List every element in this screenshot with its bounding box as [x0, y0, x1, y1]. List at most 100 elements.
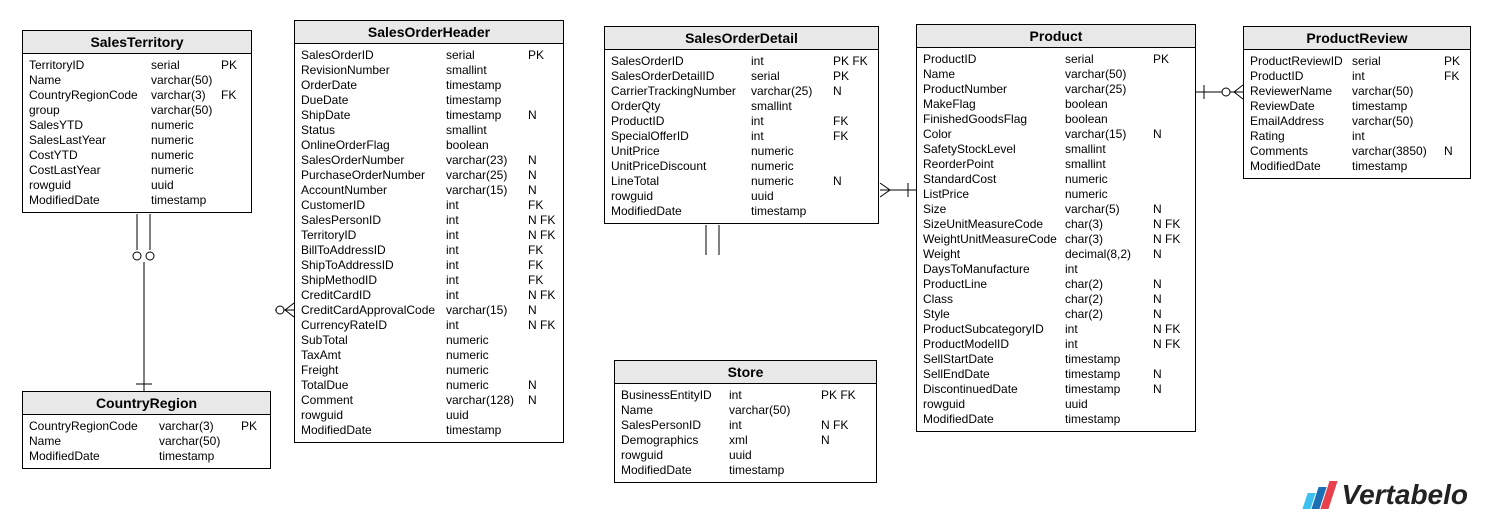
column-name: SalesLastYear	[29, 133, 151, 148]
column-type: int	[1352, 69, 1444, 84]
column-flags: PK FK	[821, 388, 865, 403]
column-name: rowguid	[923, 397, 1065, 412]
column-type: varchar(25)	[1065, 82, 1153, 97]
column-type: timestamp	[1065, 367, 1153, 382]
column-row: ModifiedDatetimestamp	[301, 423, 557, 438]
column-flags	[833, 159, 871, 174]
column-row: ProductLinechar(2)N	[923, 277, 1189, 292]
column-row: ListPricenumeric	[923, 187, 1189, 202]
column-name: TerritoryID	[301, 228, 446, 243]
column-flags	[1153, 172, 1187, 187]
column-type: serial	[1352, 54, 1444, 69]
column-row: CurrencyRateIDintN FK	[301, 318, 557, 333]
column-flags: FK	[528, 258, 562, 273]
column-row: SpecialOfferIDintFK	[611, 129, 872, 144]
column-name: ListPrice	[923, 187, 1065, 202]
column-name: ProductReviewID	[1250, 54, 1352, 69]
column-name: TerritoryID	[29, 58, 151, 73]
column-row: ModifiedDatetimestamp	[29, 449, 264, 464]
column-row: StandardCostnumeric	[923, 172, 1189, 187]
column-flags: N FK	[1153, 232, 1187, 247]
column-flags: N FK	[528, 228, 562, 243]
column-flags: N	[1444, 144, 1468, 159]
column-type: timestamp	[151, 193, 221, 208]
column-name: ModifiedDate	[611, 204, 751, 219]
column-row: rowguiduuid	[301, 408, 557, 423]
column-name: FinishedGoodsFlag	[923, 112, 1065, 127]
column-flags	[528, 408, 562, 423]
column-name: rowguid	[621, 448, 729, 463]
column-name: EmailAddress	[1250, 114, 1352, 129]
column-flags	[821, 448, 865, 463]
column-name: rowguid	[29, 178, 151, 193]
column-flags: N	[528, 378, 562, 393]
column-flags	[1153, 142, 1187, 157]
column-row: MakeFlagboolean	[923, 97, 1189, 112]
column-type: boolean	[1065, 97, 1153, 112]
column-row: ProductIDserialPK	[923, 52, 1189, 67]
column-flags	[833, 144, 871, 159]
column-type: int	[1065, 337, 1153, 352]
table-title: Product	[917, 25, 1195, 48]
column-row: Colorvarchar(15)N	[923, 127, 1189, 142]
column-flags: N	[1153, 292, 1187, 307]
column-name: Name	[29, 434, 159, 449]
column-flags	[221, 118, 249, 133]
column-flags: N	[1153, 277, 1187, 292]
column-type: timestamp	[446, 93, 528, 108]
column-name: SalesOrderNumber	[301, 153, 446, 168]
column-flags	[528, 78, 562, 93]
table-title: SalesOrderDetail	[605, 27, 878, 50]
column-row: SalesYTDnumeric	[29, 118, 245, 133]
table-store: StoreBusinessEntityIDintPK FKNamevarchar…	[614, 360, 877, 483]
column-name: Demographics	[621, 433, 729, 448]
column-name: Name	[621, 403, 729, 418]
column-flags	[821, 403, 865, 418]
column-type: int	[1352, 129, 1444, 144]
column-flags	[1153, 262, 1187, 277]
column-row: WeightUnitMeasureCodechar(3)N FK	[923, 232, 1189, 247]
column-row: Namevarchar(50)	[29, 73, 245, 88]
column-flags: N	[1153, 382, 1187, 397]
column-name: Size	[923, 202, 1065, 217]
column-type: timestamp	[1065, 352, 1153, 367]
column-type: int	[751, 129, 833, 144]
column-name: ModifiedDate	[923, 412, 1065, 427]
column-flags	[1153, 157, 1187, 172]
column-flags: FK	[833, 114, 871, 129]
column-row: ShipToAddressIDintFK	[301, 258, 557, 273]
column-flags: N FK	[1153, 322, 1187, 337]
column-flags: PK	[528, 48, 562, 63]
column-row: ProductIDintFK	[611, 114, 872, 129]
column-flags	[221, 103, 249, 118]
column-type: xml	[729, 433, 821, 448]
column-type: numeric	[151, 148, 221, 163]
column-name: SizeUnitMeasureCode	[923, 217, 1065, 232]
table-body: CountryRegionCodevarchar(3)PKNamevarchar…	[23, 415, 270, 468]
column-type: numeric	[151, 163, 221, 178]
column-type: numeric	[751, 174, 833, 189]
table-title: ProductReview	[1244, 27, 1470, 50]
column-flags: N	[528, 393, 562, 408]
column-type: smallint	[446, 63, 528, 78]
column-type: numeric	[1065, 187, 1153, 202]
column-flags	[528, 93, 562, 108]
column-name: SalesOrderID	[301, 48, 446, 63]
column-type: char(3)	[1065, 217, 1153, 232]
column-row: ModifiedDatetimestamp	[611, 204, 872, 219]
column-flags: N FK	[1153, 217, 1187, 232]
column-row: ShipDatetimestampN	[301, 108, 557, 123]
column-flags: PK	[221, 58, 249, 73]
table-title: SalesOrderHeader	[295, 21, 563, 44]
column-name: ProductID	[611, 114, 751, 129]
column-type: timestamp	[1065, 382, 1153, 397]
column-row: SizeUnitMeasureCodechar(3)N FK	[923, 217, 1189, 232]
column-type: serial	[151, 58, 221, 73]
column-type: varchar(15)	[1065, 127, 1153, 142]
column-type: int	[1065, 262, 1153, 277]
column-name: SalesOrderID	[611, 54, 751, 69]
column-row: CreditCardIDintN FK	[301, 288, 557, 303]
column-row: FinishedGoodsFlagboolean	[923, 112, 1189, 127]
column-type: varchar(3)	[159, 419, 241, 434]
column-type: serial	[751, 69, 833, 84]
